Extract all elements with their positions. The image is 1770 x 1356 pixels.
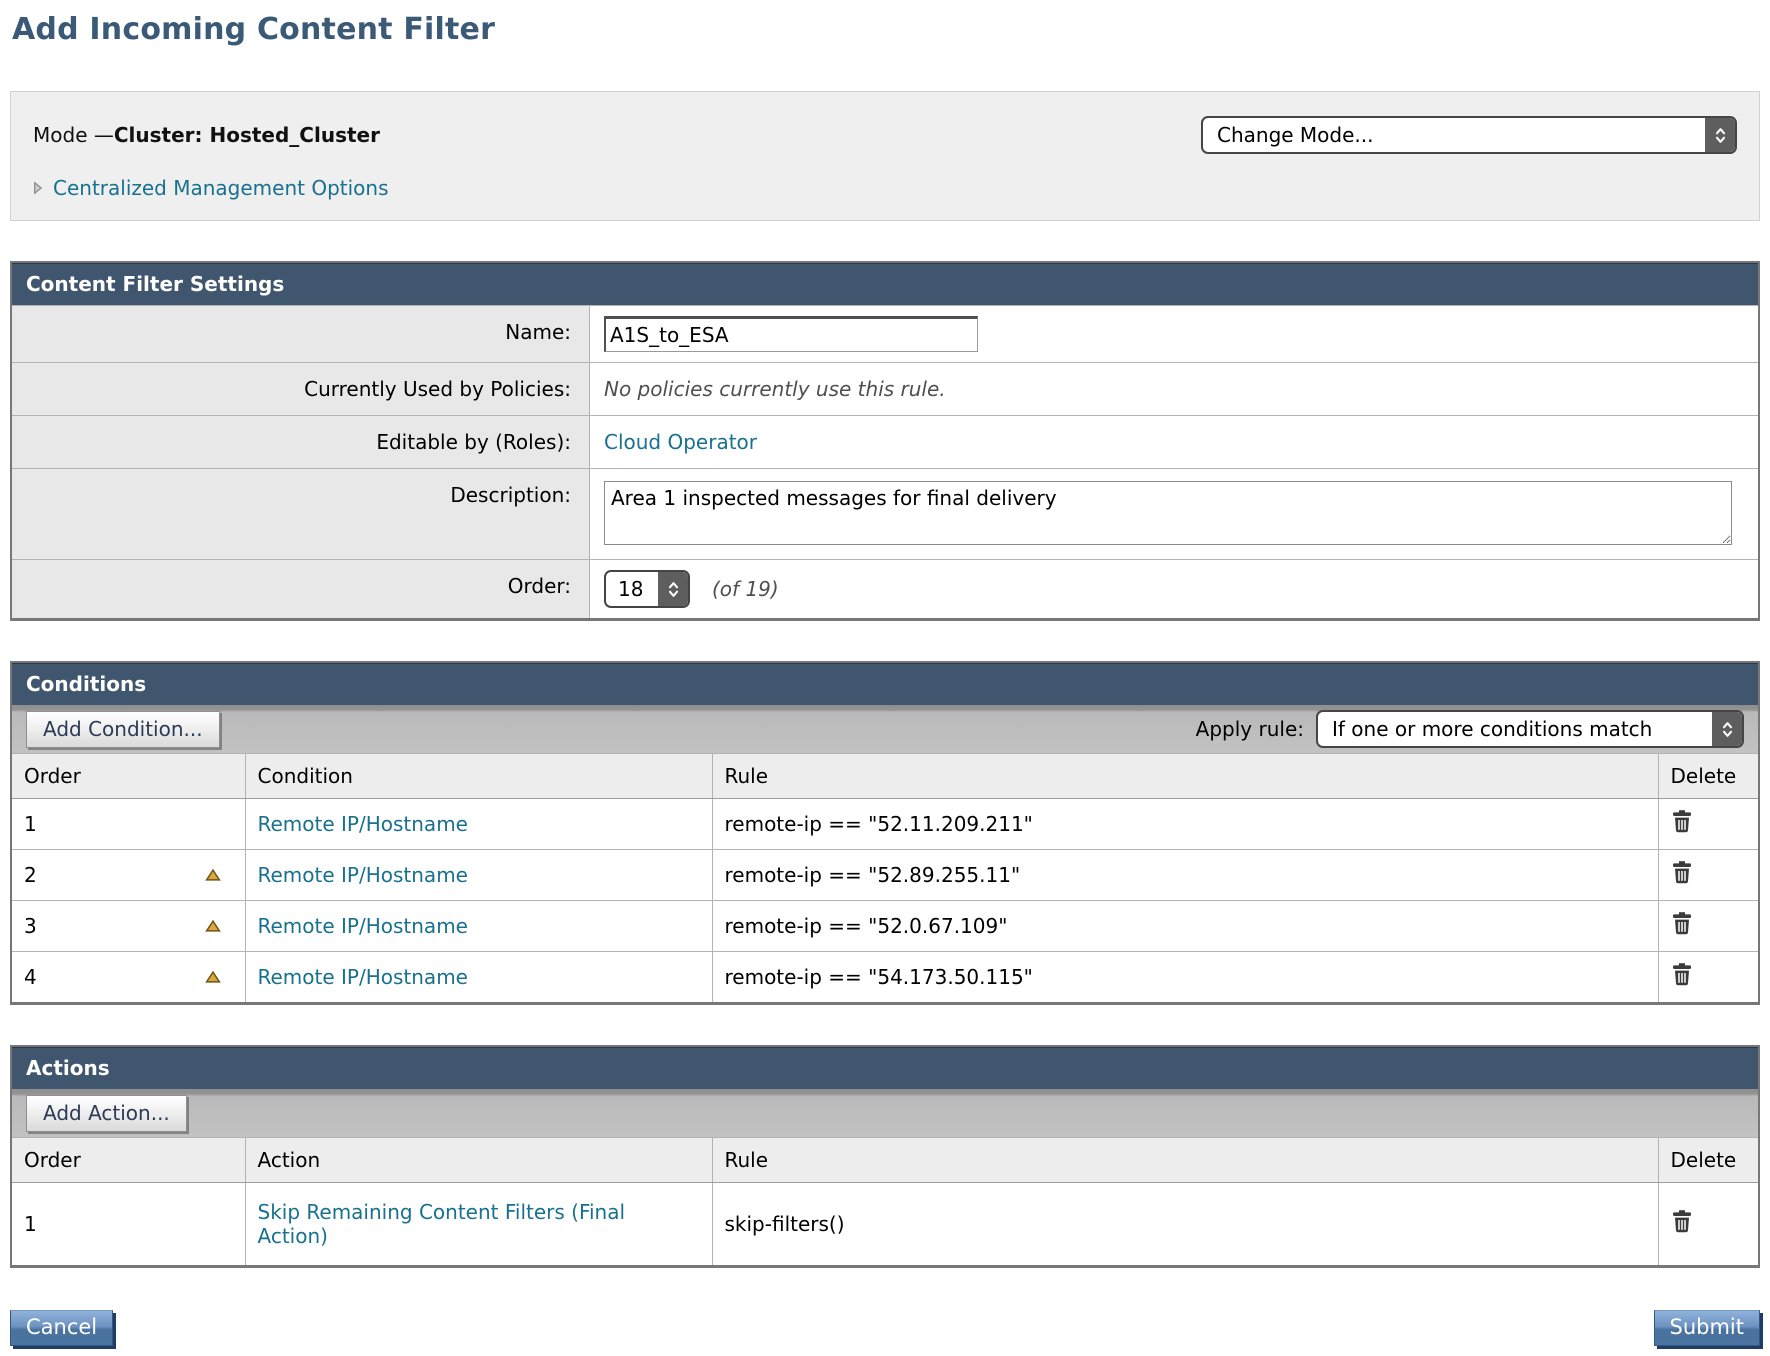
condition-row: 2 Remote IP/Hostname remote-ip == "52.89… (12, 850, 1758, 901)
roles-row: Editable by (Roles): Cloud Operator (12, 415, 1758, 468)
policies-note: No policies currently use this rule. (604, 377, 946, 401)
col-header-rule: Rule (712, 754, 1658, 799)
name-row: Name: (12, 305, 1758, 362)
condition-order: 3 (24, 914, 37, 938)
conditions-toolbar: Add Condition... Apply rule: If one or m… (12, 705, 1758, 753)
trash-icon[interactable] (1671, 1209, 1693, 1234)
settings-section-header: Content Filter Settings (12, 263, 1758, 305)
action-link[interactable]: Skip Remaining Content Filters (Final Ac… (258, 1200, 626, 1248)
stepper-icon (1705, 118, 1735, 152)
name-label: Name: (12, 306, 590, 362)
condition-row: 1 Remote IP/Hostname remote-ip == "52.11… (12, 799, 1758, 850)
col-header-condition: Condition (245, 754, 712, 799)
condition-order: 1 (24, 812, 37, 836)
condition-link[interactable]: Remote IP/Hostname (258, 914, 468, 938)
order-select-value: 18 (606, 572, 658, 606)
col-header-order: Order (12, 754, 245, 799)
mode-value: Cluster: Hosted_Cluster (114, 123, 380, 147)
conditions-header-row: Order Condition Rule Delete (12, 754, 1758, 799)
condition-rule: remote-ip == "52.0.67.109" (712, 901, 1658, 952)
add-action-button[interactable]: Add Action... (26, 1095, 187, 1132)
cancel-button[interactable]: Cancel (10, 1310, 113, 1346)
trash-icon[interactable] (1671, 860, 1693, 885)
col-header-order: Order (12, 1138, 245, 1183)
condition-link[interactable]: Remote IP/Hostname (258, 812, 468, 836)
mode-label: Mode — (33, 123, 114, 147)
policies-row: Currently Used by Policies: No policies … (12, 362, 1758, 415)
actions-toolbar: Add Action... (12, 1089, 1758, 1137)
col-header-delete: Delete (1658, 1138, 1758, 1183)
trash-icon[interactable] (1671, 809, 1693, 834)
add-condition-button[interactable]: Add Condition... (26, 711, 220, 748)
mode-panel: Mode —Cluster: Hosted_Cluster Change Mod… (10, 91, 1760, 221)
actions-panel: Actions Add Action... Order Action Rule … (10, 1045, 1760, 1268)
page-root: Add Incoming Content Filter Mode —Cluste… (0, 0, 1770, 1356)
action-row: 1 Skip Remaining Content Filters (Final … (12, 1183, 1758, 1265)
submit-button[interactable]: Submit (1654, 1310, 1761, 1346)
disclosure-triangle-icon (33, 181, 43, 195)
move-up-icon[interactable] (205, 920, 221, 933)
action-rule: skip-filters() (712, 1183, 1658, 1265)
order-row: Order: 18 (of 19) (12, 559, 1758, 618)
description-textarea[interactable]: Area 1 inspected messages for final deli… (604, 481, 1732, 545)
col-header-action: Action (245, 1138, 712, 1183)
col-header-rule: Rule (712, 1138, 1658, 1183)
description-row: Description: Area 1 inspected messages f… (12, 468, 1758, 559)
actions-table: Order Action Rule Delete 1 Skip Remainin… (12, 1137, 1758, 1265)
condition-order: 2 (24, 863, 37, 887)
condition-link[interactable]: Remote IP/Hostname (258, 863, 468, 887)
condition-row: 4 Remote IP/Hostname remote-ip == "54.17… (12, 952, 1758, 1003)
roles-label: Editable by (Roles): (12, 416, 590, 468)
conditions-panel: Conditions Add Condition... Apply rule: … (10, 661, 1760, 1005)
order-select[interactable]: 18 (604, 570, 690, 608)
condition-order: 4 (24, 965, 37, 989)
trash-icon[interactable] (1671, 962, 1693, 987)
apply-rule-label: Apply rule: (1196, 717, 1304, 741)
condition-row: 3 Remote IP/Hostname remote-ip == "52.0.… (12, 901, 1758, 952)
description-label: Description: (12, 469, 590, 559)
content-filter-settings-panel: Content Filter Settings Name: Currently … (10, 261, 1760, 621)
actions-section-header: Actions (12, 1047, 1758, 1089)
move-up-icon[interactable] (205, 971, 221, 984)
conditions-section-header: Conditions (12, 663, 1758, 705)
actions-header-row: Order Action Rule Delete (12, 1138, 1758, 1183)
policies-label: Currently Used by Policies: (12, 363, 590, 415)
mode-text: Mode —Cluster: Hosted_Cluster (33, 123, 380, 147)
page-title: Add Incoming Content Filter (10, 8, 1760, 47)
footer-bar: Cancel Submit (10, 1310, 1760, 1356)
conditions-table: Order Condition Rule Delete 1 Remote IP/… (12, 753, 1758, 1002)
apply-rule-select-value: If one or more conditions match (1318, 712, 1712, 746)
col-header-delete: Delete (1658, 754, 1758, 799)
apply-rule-select[interactable]: If one or more conditions match (1316, 710, 1744, 748)
condition-rule: remote-ip == "52.89.255.11" (712, 850, 1658, 901)
change-mode-select-value: Change Mode... (1203, 118, 1705, 152)
name-input[interactable] (604, 316, 978, 352)
stepper-icon (658, 572, 688, 606)
cloud-operator-link[interactable]: Cloud Operator (604, 430, 757, 454)
order-of-total: (of 19) (712, 577, 779, 601)
change-mode-select[interactable]: Change Mode... (1201, 116, 1737, 154)
order-label: Order: (12, 560, 590, 618)
centralized-management-options-link[interactable]: Centralized Management Options (53, 176, 389, 200)
move-up-icon[interactable] (205, 869, 221, 882)
trash-icon[interactable] (1671, 911, 1693, 936)
condition-rule: remote-ip == "52.11.209.211" (712, 799, 1658, 850)
action-order: 1 (24, 1212, 37, 1236)
condition-link[interactable]: Remote IP/Hostname (258, 965, 468, 989)
stepper-icon (1712, 712, 1742, 746)
condition-rule: remote-ip == "54.173.50.115" (712, 952, 1658, 1003)
